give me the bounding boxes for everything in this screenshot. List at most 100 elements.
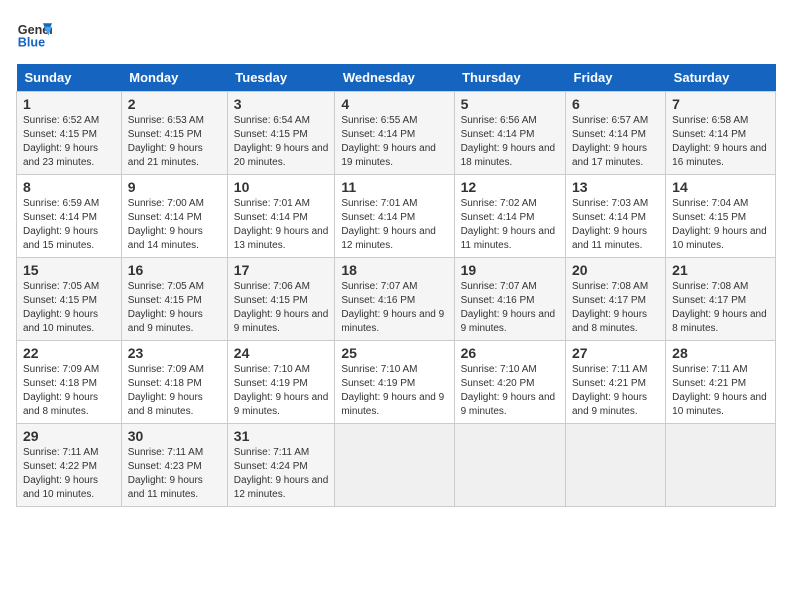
calendar-body: 1 Sunrise: 6:52 AM Sunset: 4:15 PM Dayli… bbox=[17, 92, 776, 507]
sunset-label: Sunset: 4:15 PM bbox=[128, 295, 202, 306]
sunrise-label: Sunrise: 7:07 AM bbox=[461, 281, 537, 292]
day-info: Sunrise: 7:08 AM Sunset: 4:17 PM Dayligh… bbox=[672, 280, 769, 336]
daylight-label: Daylight: 9 hours and 9 minutes. bbox=[461, 392, 556, 417]
calendar-cell: 17 Sunrise: 7:06 AM Sunset: 4:15 PM Dayl… bbox=[227, 258, 335, 341]
day-number: 10 bbox=[234, 179, 329, 195]
day-number: 16 bbox=[128, 262, 221, 278]
day-info: Sunrise: 7:03 AM Sunset: 4:14 PM Dayligh… bbox=[572, 197, 659, 253]
sunrise-label: Sunrise: 6:58 AM bbox=[672, 115, 748, 126]
sunrise-label: Sunrise: 7:01 AM bbox=[234, 198, 310, 209]
daylight-label: Daylight: 9 hours and 9 minutes. bbox=[461, 309, 556, 334]
daylight-label: Daylight: 9 hours and 8 minutes. bbox=[128, 392, 203, 417]
day-info: Sunrise: 7:11 AM Sunset: 4:22 PM Dayligh… bbox=[23, 446, 115, 502]
sunrise-label: Sunrise: 7:11 AM bbox=[672, 364, 747, 375]
day-info: Sunrise: 7:05 AM Sunset: 4:15 PM Dayligh… bbox=[128, 280, 221, 336]
daylight-label: Daylight: 9 hours and 11 minutes. bbox=[461, 226, 556, 251]
calendar-header-row: SundayMondayTuesdayWednesdayThursdayFrid… bbox=[17, 64, 776, 92]
daylight-label: Daylight: 9 hours and 10 minutes. bbox=[23, 475, 98, 500]
calendar-week-row: 8 Sunrise: 6:59 AM Sunset: 4:14 PM Dayli… bbox=[17, 175, 776, 258]
sunset-label: Sunset: 4:16 PM bbox=[461, 295, 535, 306]
calendar-week-row: 1 Sunrise: 6:52 AM Sunset: 4:15 PM Dayli… bbox=[17, 92, 776, 175]
calendar-week-row: 29 Sunrise: 7:11 AM Sunset: 4:22 PM Dayl… bbox=[17, 424, 776, 507]
day-info: Sunrise: 7:11 AM Sunset: 4:21 PM Dayligh… bbox=[672, 363, 769, 419]
calendar-cell: 24 Sunrise: 7:10 AM Sunset: 4:19 PM Dayl… bbox=[227, 341, 335, 424]
calendar-cell: 26 Sunrise: 7:10 AM Sunset: 4:20 PM Dayl… bbox=[454, 341, 565, 424]
day-info: Sunrise: 7:11 AM Sunset: 4:23 PM Dayligh… bbox=[128, 446, 221, 502]
sunrise-label: Sunrise: 7:11 AM bbox=[234, 447, 309, 458]
day-info: Sunrise: 7:10 AM Sunset: 4:19 PM Dayligh… bbox=[234, 363, 329, 419]
calendar-cell: 1 Sunrise: 6:52 AM Sunset: 4:15 PM Dayli… bbox=[17, 92, 122, 175]
daylight-label: Daylight: 9 hours and 12 minutes. bbox=[234, 475, 329, 500]
day-number: 14 bbox=[672, 179, 769, 195]
daylight-label: Daylight: 9 hours and 9 minutes. bbox=[341, 309, 444, 334]
sunset-label: Sunset: 4:21 PM bbox=[572, 378, 646, 389]
daylight-label: Daylight: 9 hours and 23 minutes. bbox=[23, 143, 98, 168]
calendar-cell: 2 Sunrise: 6:53 AM Sunset: 4:15 PM Dayli… bbox=[121, 92, 227, 175]
calendar-cell: 3 Sunrise: 6:54 AM Sunset: 4:15 PM Dayli… bbox=[227, 92, 335, 175]
day-info: Sunrise: 7:09 AM Sunset: 4:18 PM Dayligh… bbox=[23, 363, 115, 419]
logo-icon: General Blue bbox=[16, 16, 52, 52]
sunrise-label: Sunrise: 6:56 AM bbox=[461, 115, 537, 126]
day-number: 12 bbox=[461, 179, 559, 195]
sunrise-label: Sunrise: 7:09 AM bbox=[128, 364, 204, 375]
calendar-cell: 6 Sunrise: 6:57 AM Sunset: 4:14 PM Dayli… bbox=[566, 92, 666, 175]
sunset-label: Sunset: 4:14 PM bbox=[461, 212, 535, 223]
day-info: Sunrise: 6:55 AM Sunset: 4:14 PM Dayligh… bbox=[341, 114, 447, 170]
day-number: 19 bbox=[461, 262, 559, 278]
day-info: Sunrise: 7:06 AM Sunset: 4:15 PM Dayligh… bbox=[234, 280, 329, 336]
daylight-label: Daylight: 9 hours and 11 minutes. bbox=[128, 475, 203, 500]
day-number: 9 bbox=[128, 179, 221, 195]
day-info: Sunrise: 6:58 AM Sunset: 4:14 PM Dayligh… bbox=[672, 114, 769, 170]
day-info: Sunrise: 7:05 AM Sunset: 4:15 PM Dayligh… bbox=[23, 280, 115, 336]
sunset-label: Sunset: 4:19 PM bbox=[234, 378, 308, 389]
day-info: Sunrise: 7:10 AM Sunset: 4:19 PM Dayligh… bbox=[341, 363, 447, 419]
day-number: 24 bbox=[234, 345, 329, 361]
sunset-label: Sunset: 4:17 PM bbox=[672, 295, 746, 306]
sunrise-label: Sunrise: 7:10 AM bbox=[461, 364, 537, 375]
sunset-label: Sunset: 4:14 PM bbox=[572, 212, 646, 223]
sunset-label: Sunset: 4:15 PM bbox=[234, 295, 308, 306]
daylight-label: Daylight: 9 hours and 8 minutes. bbox=[572, 309, 647, 334]
sunrise-label: Sunrise: 7:02 AM bbox=[461, 198, 537, 209]
calendar-day-header: Wednesday bbox=[335, 64, 454, 92]
calendar-cell: 25 Sunrise: 7:10 AM Sunset: 4:19 PM Dayl… bbox=[335, 341, 454, 424]
sunrise-label: Sunrise: 7:03 AM bbox=[572, 198, 648, 209]
calendar-cell: 5 Sunrise: 6:56 AM Sunset: 4:14 PM Dayli… bbox=[454, 92, 565, 175]
sunrise-label: Sunrise: 7:10 AM bbox=[234, 364, 310, 375]
day-number: 17 bbox=[234, 262, 329, 278]
sunrise-label: Sunrise: 7:11 AM bbox=[128, 447, 203, 458]
day-info: Sunrise: 7:08 AM Sunset: 4:17 PM Dayligh… bbox=[572, 280, 659, 336]
sunrise-label: Sunrise: 7:05 AM bbox=[23, 281, 99, 292]
day-info: Sunrise: 6:52 AM Sunset: 4:15 PM Dayligh… bbox=[23, 114, 115, 170]
calendar-cell: 4 Sunrise: 6:55 AM Sunset: 4:14 PM Dayli… bbox=[335, 92, 454, 175]
day-info: Sunrise: 6:57 AM Sunset: 4:14 PM Dayligh… bbox=[572, 114, 659, 170]
calendar-cell: 12 Sunrise: 7:02 AM Sunset: 4:14 PM Dayl… bbox=[454, 175, 565, 258]
sunrise-label: Sunrise: 7:01 AM bbox=[341, 198, 417, 209]
daylight-label: Daylight: 9 hours and 14 minutes. bbox=[128, 226, 203, 251]
daylight-label: Daylight: 9 hours and 9 minutes. bbox=[341, 392, 444, 417]
sunrise-label: Sunrise: 7:08 AM bbox=[672, 281, 748, 292]
calendar-cell: 29 Sunrise: 7:11 AM Sunset: 4:22 PM Dayl… bbox=[17, 424, 122, 507]
sunset-label: Sunset: 4:14 PM bbox=[128, 212, 202, 223]
sunset-label: Sunset: 4:15 PM bbox=[234, 129, 308, 140]
sunset-label: Sunset: 4:15 PM bbox=[672, 212, 746, 223]
day-number: 23 bbox=[128, 345, 221, 361]
daylight-label: Daylight: 9 hours and 20 minutes. bbox=[234, 143, 329, 168]
calendar-day-header: Monday bbox=[121, 64, 227, 92]
calendar-day-header: Friday bbox=[566, 64, 666, 92]
sunset-label: Sunset: 4:14 PM bbox=[23, 212, 97, 223]
day-info: Sunrise: 6:53 AM Sunset: 4:15 PM Dayligh… bbox=[128, 114, 221, 170]
day-number: 29 bbox=[23, 428, 115, 444]
sunrise-label: Sunrise: 6:54 AM bbox=[234, 115, 310, 126]
sunset-label: Sunset: 4:24 PM bbox=[234, 461, 308, 472]
calendar-cell bbox=[566, 424, 666, 507]
daylight-label: Daylight: 9 hours and 19 minutes. bbox=[341, 143, 436, 168]
calendar-cell bbox=[666, 424, 776, 507]
day-number: 27 bbox=[572, 345, 659, 361]
sunset-label: Sunset: 4:21 PM bbox=[672, 378, 746, 389]
sunset-label: Sunset: 4:15 PM bbox=[128, 129, 202, 140]
sunrise-label: Sunrise: 7:11 AM bbox=[23, 447, 98, 458]
daylight-label: Daylight: 9 hours and 11 minutes. bbox=[572, 226, 647, 251]
day-info: Sunrise: 6:59 AM Sunset: 4:14 PM Dayligh… bbox=[23, 197, 115, 253]
daylight-label: Daylight: 9 hours and 16 minutes. bbox=[672, 143, 767, 168]
